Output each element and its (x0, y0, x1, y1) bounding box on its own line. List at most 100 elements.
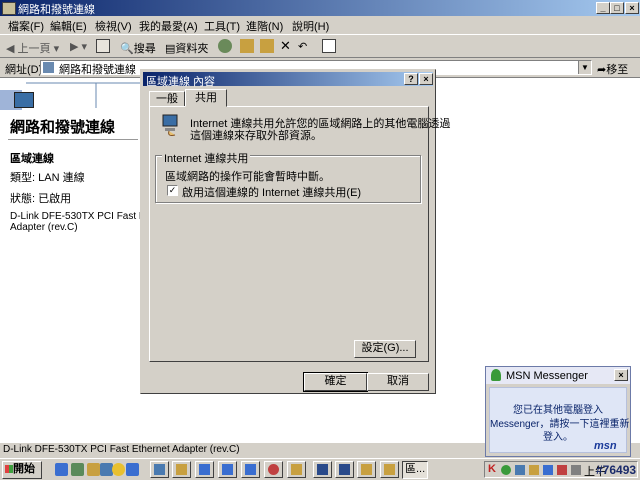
task-button-5[interactable] (241, 461, 260, 478)
msn-close-button[interactable]: × (614, 369, 628, 381)
menu-view[interactable]: 檢視(V) (95, 18, 132, 34)
connection-status: 狀態: 已啟用 (10, 193, 72, 205)
task-9-icon (339, 464, 350, 475)
tray-icon-4[interactable] (543, 465, 553, 475)
start-button[interactable]: 開始 (2, 461, 42, 479)
menu-file[interactable]: 檔案(F) (8, 18, 44, 34)
ics-group-label: Internet 連線共用 (162, 150, 251, 166)
connection-type: 類型: LAN 連線 (10, 172, 85, 184)
forward-button[interactable]: ▶ ▾ (70, 40, 87, 53)
windows-logo-icon (5, 465, 13, 474)
start-label: 開始 (13, 463, 35, 475)
task-5-icon (245, 464, 256, 475)
task-button-7[interactable] (287, 461, 306, 478)
task-11-icon (384, 464, 395, 475)
outlook-quicklaunch-icon[interactable] (71, 463, 84, 476)
task-7-icon (291, 464, 302, 475)
task-button-4[interactable] (218, 461, 237, 478)
back-button[interactable]: ◀ 上一頁 ▾ (6, 40, 59, 56)
task-button-11[interactable] (380, 461, 399, 478)
left-info-pane: 網路和撥號連線 區域連線 類型: LAN 連線 狀態: 已啟用 D-Link D… (0, 78, 160, 442)
menu-advanced[interactable]: 進階(N) (246, 18, 283, 34)
up-folder-icon[interactable] (96, 39, 110, 53)
msn-header: MSN Messenger × (486, 367, 630, 384)
tray-icon-5[interactable] (557, 465, 567, 475)
address-folder-icon (43, 62, 54, 73)
settings-button[interactable]: 設定(G)... (354, 340, 416, 358)
folders-icon: ▤ (165, 43, 176, 55)
taskbar: 開始 區... K 上午 #76493 (0, 458, 640, 480)
device-name-line1: D-Link DFE-530TX PCI Fast Ethe (10, 211, 160, 222)
dialog-help-button[interactable]: ? (404, 73, 418, 85)
task-button-active[interactable]: 區... (402, 461, 428, 479)
network-connections-icon (14, 92, 34, 108)
task-button-2[interactable] (172, 461, 191, 478)
media-quicklaunch-icon[interactable] (126, 463, 139, 476)
task-2-icon (176, 464, 187, 475)
search-icon: 🔍 (120, 43, 134, 55)
page-title: 網路和撥號連線 (10, 119, 116, 136)
messenger-quicklaunch-icon[interactable] (112, 463, 125, 476)
folders-button[interactable]: ▤資料夾 (165, 40, 208, 56)
cancel-button[interactable]: 取消 (367, 373, 429, 391)
dialog-title: 區域連線 內容 (146, 76, 216, 88)
sharing-description-line2: 這個連線來存取外部資源。 (190, 130, 322, 142)
menu-edit[interactable]: 編輯(E) (50, 18, 87, 34)
delete-icon[interactable]: ✕ (280, 38, 291, 54)
task-button-3[interactable] (195, 461, 214, 478)
maximize-button[interactable]: □ (610, 2, 624, 14)
task-button-9[interactable] (335, 461, 354, 478)
tray-icon-6[interactable] (571, 465, 581, 475)
dialog-close-button[interactable]: × (419, 73, 433, 85)
minimize-button[interactable]: _ (596, 2, 610, 14)
undo-icon[interactable]: ↶ (298, 40, 307, 53)
watermark-text: #76493 (596, 463, 637, 477)
menu-help[interactable]: 說明(H) (292, 18, 329, 34)
network-tray-icon[interactable] (515, 465, 525, 475)
msn-buddy-icon (491, 369, 501, 381)
task-4-icon (222, 464, 233, 475)
move-to-icon[interactable] (240, 39, 254, 53)
ics-warning-text: 區域網路的操作可能會暫時中斷。 (165, 171, 330, 183)
task-1-icon (154, 464, 165, 475)
window-title-bar: 網路和撥號連線 _ □ × (0, 0, 640, 16)
input-method-icon[interactable]: K (488, 463, 496, 475)
sharing-panel: Internet 連線共用允許您的區域網路上的其他電腦透過 這個連線來存取外部資… (149, 106, 450, 362)
address-dropdown-icon[interactable]: ▼ (578, 61, 591, 74)
menu-favorites[interactable]: 我的最愛(A) (139, 18, 198, 34)
volume-tray-icon[interactable] (529, 465, 539, 475)
msn-message-line1: 您已在其他電腦登入 (513, 405, 603, 416)
enable-ics-checkbox[interactable]: ✓ (167, 185, 178, 196)
msn-tray-icon[interactable] (501, 465, 511, 475)
status-text: D-Link DFE-530TX PCI Fast Ethernet Adapt… (3, 444, 240, 455)
msn-message-box[interactable]: 您已在其他電腦登入 Messenger，請按一下這裡重新 登入。 msn (489, 387, 629, 453)
folder-quicklaunch-icon[interactable] (87, 463, 100, 476)
go-label: 移至 (606, 64, 629, 76)
msn-notification[interactable]: MSN Messenger × 您已在其他電腦登入 Messenger，請按一下… (485, 366, 631, 457)
tab-general[interactable]: 一般 (149, 91, 185, 107)
task-6-icon (268, 464, 279, 475)
task-button-8[interactable] (313, 461, 332, 478)
connection-name: 區域連線 (10, 153, 54, 165)
enable-ics-label[interactable]: 啟用這個連線的 Internet 連線共用(E) (182, 184, 361, 200)
title-divider (8, 139, 138, 140)
dialog-title-bar: 區域連線 內容 ? × (143, 72, 433, 88)
search-button[interactable]: 🔍搜尋 (120, 40, 156, 56)
menu-tools[interactable]: 工具(T) (204, 18, 240, 34)
copy-to-icon[interactable] (260, 39, 274, 53)
ie-quicklaunch-icon[interactable] (55, 463, 68, 476)
task-button-6[interactable] (264, 461, 283, 478)
search-label: 搜尋 (133, 43, 156, 55)
close-button[interactable]: × (625, 2, 639, 14)
task-8-icon (317, 464, 328, 475)
task-button-1[interactable] (150, 461, 169, 478)
task-button-10[interactable] (357, 461, 376, 478)
toolbar: ◀ 上一頁 ▾ ▶ ▾ 🔍搜尋 ▤資料夾 ✕ ↶ (0, 34, 640, 58)
go-button[interactable]: ➦移至 (597, 61, 628, 77)
back-arrow-icon: ◀ (6, 43, 15, 55)
menu-bar: 檔案(F) 編輯(E) 檢視(V) 我的最愛(A) 工具(T) 進階(N) 說明… (0, 16, 640, 34)
tab-sharing[interactable]: 共用 (185, 89, 227, 107)
views-icon[interactable] (322, 39, 336, 53)
history-icon[interactable] (218, 39, 232, 53)
ok-button[interactable]: 確定 (303, 372, 368, 392)
